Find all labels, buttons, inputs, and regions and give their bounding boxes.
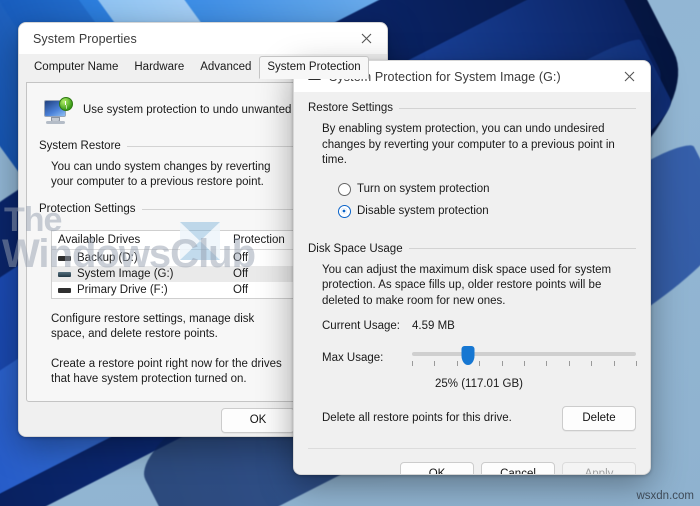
disk-space-usage-group-header: Disk Space Usage [308,243,636,255]
delete-restore-points-row: Delete all restore points for this drive… [322,406,636,431]
disk-space-usage-group-body: You can adjust the maximum disk space us… [308,255,637,431]
system-protection-footer: OK Cancel Apply [308,462,636,474]
ok-button[interactable]: OK [221,408,295,433]
drive-name: Backup (D:) [77,252,138,264]
max-usage-row: Max Usage: [322,346,637,369]
footer-divider [308,448,636,449]
apply-button: Apply [562,462,636,474]
drive-icon [58,271,71,277]
drive-name: System Image (G:) [77,268,174,280]
tab-hardware[interactable]: Hardware [126,56,192,79]
restore-settings-group: Restore Settings By enabling system prot… [308,102,636,218]
current-usage-label: Current Usage: [322,320,400,332]
tab-computer-name[interactable]: Computer Name [26,56,126,79]
drive-icon [58,287,71,293]
create-description: Create a restore point right now for the… [51,358,282,385]
max-usage-slider[interactable] [412,346,637,369]
disk-space-usage-group: Disk Space Usage You can adjust the maxi… [308,243,637,431]
system-properties-title: System Properties [33,31,137,46]
drive-protection-status: Off [233,268,249,280]
drive-protection-status: Off [233,252,249,264]
column-header-available-drives: Available Drives [58,234,141,246]
max-usage-label: Max Usage: [322,352,384,364]
current-usage-value: 4.59 MB [412,320,455,332]
system-protection-icon [41,97,73,127]
ok-button[interactable]: OK [400,462,474,474]
system-properties-titlebar[interactable]: System Properties [19,23,387,54]
radio-icon[interactable] [338,182,351,196]
close-icon[interactable] [345,23,387,54]
restore-settings-description: By enabling system protection, you can u… [322,123,615,166]
max-usage-value: 25% (117.01 GB) [434,378,523,390]
system-restore-group-label: System Restore [39,140,121,152]
system-restore-description: You can undo system changes by reverting… [51,161,271,188]
restore-settings-group-label: Restore Settings [308,102,394,114]
close-icon[interactable] [608,61,650,92]
restore-settings-group-body: By enabling system protection, you can u… [308,114,636,218]
slider-thumb[interactable] [461,346,475,365]
drive-icon [58,255,71,261]
radio-turn-on-system-protection[interactable]: Turn on system protection [338,182,636,196]
drive-name: Primary Drive (F:) [77,284,168,296]
disk-space-usage-group-label: Disk Space Usage [308,242,403,255]
tab-advanced[interactable]: Advanced [192,56,259,79]
radio-icon-selected[interactable] [338,204,351,218]
system-protection-body: Restore Settings By enabling system prot… [294,92,650,474]
radio-label: Turn on system protection [357,183,490,195]
tab-system-protection[interactable]: System Protection [259,56,369,79]
system-protection-dialog: System Protection for System Image (G:) … [293,60,651,475]
current-usage-row: Current Usage: 4.59 MB [322,320,636,332]
disk-space-usage-description: You can adjust the maximum disk space us… [322,263,612,307]
system-properties-tabs: Computer Name Hardware Advanced System P… [19,56,387,79]
delete-button[interactable]: Delete [562,406,636,431]
slider-ticks [412,361,637,366]
restore-settings-group-header: Restore Settings [308,102,636,114]
protection-settings-group-label: Protection Settings [39,203,136,215]
radio-label: Disable system protection [357,205,489,217]
drive-protection-status: Off [233,284,249,296]
radio-disable-system-protection[interactable]: Disable system protection [338,204,636,218]
column-header-protection: Protection [233,234,285,246]
group-divider [399,107,636,109]
slider-track[interactable] [412,352,636,356]
delete-description: Delete all restore points for this drive… [322,412,512,424]
group-divider [408,248,636,249]
cancel-button[interactable]: Cancel [481,462,555,474]
configure-description: Configure restore settings, manage disk … [51,313,255,340]
